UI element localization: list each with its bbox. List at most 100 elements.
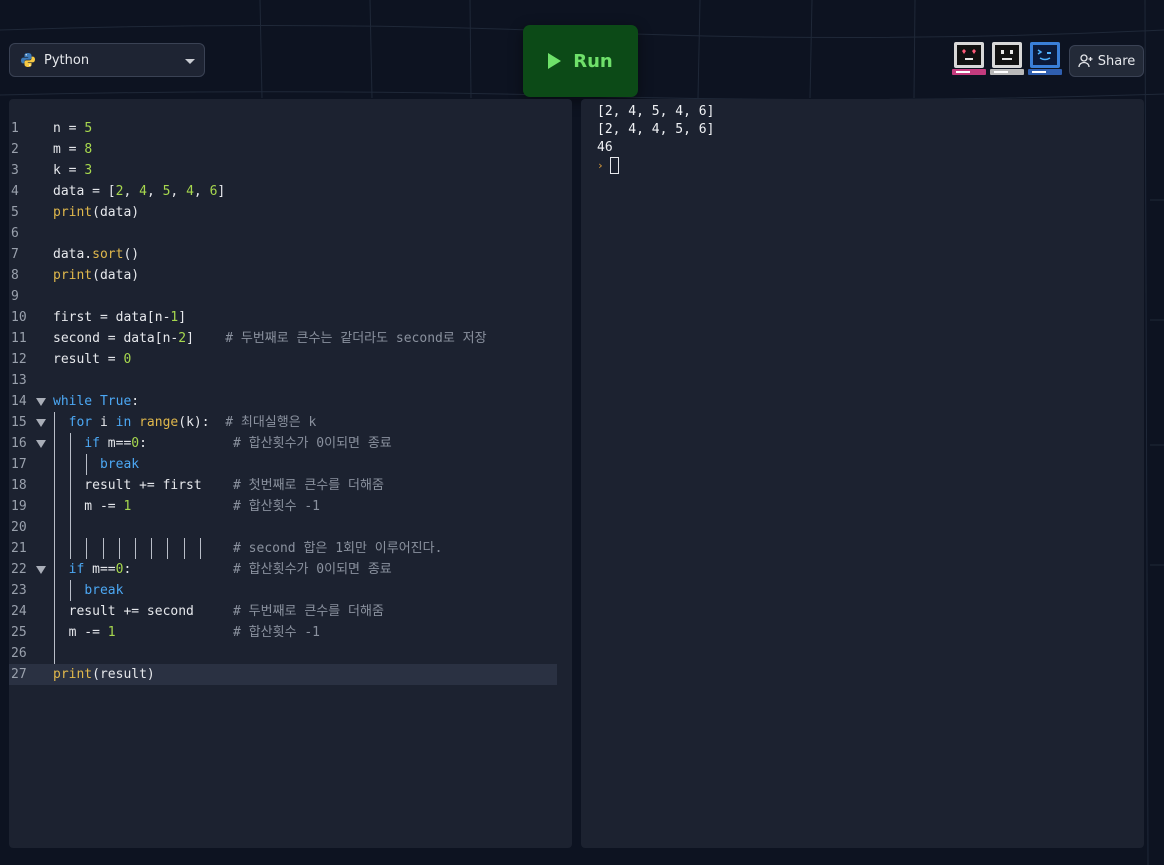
code-text: m -= 1 # 합산횟수 -1: [53, 499, 321, 514]
code-line[interactable]: 25 m -= 1 # 합산횟수 -1: [9, 622, 557, 643]
code-line[interactable]: 13: [9, 370, 557, 391]
fold-toggle-icon[interactable]: [36, 440, 46, 448]
line-number: 21: [11, 541, 27, 556]
code-text: # second 합은 1회만 이루어진다.: [233, 541, 443, 556]
code-text: if m==0: # 합산횟수가 0이되면 종료: [68, 562, 392, 577]
code-text: m -= 1 # 합산횟수 -1: [53, 625, 321, 640]
code-text: result = 0: [53, 352, 132, 367]
code-line[interactable]: 20: [9, 517, 557, 538]
line-number: 23: [11, 583, 27, 598]
code-line[interactable]: 24 result += second # 두번째로 큰수를 더해줌: [9, 601, 557, 622]
code-text: print(result): [53, 667, 155, 682]
language-select-value: Python: [44, 52, 90, 68]
code-line[interactable]: 22 if m==0: # 합산횟수가 0이되면 종료: [9, 559, 557, 580]
code-line[interactable]: 26: [9, 643, 557, 664]
code-text: result += first # 첫번째로 큰수를 더해줌: [53, 478, 384, 493]
line-number: 15: [11, 415, 27, 430]
line-number: 27: [11, 667, 27, 682]
code-line[interactable]: 5 print(data): [9, 202, 557, 223]
code-text: break: [99, 457, 140, 472]
line-number: 2: [11, 142, 19, 157]
indent-guide: [54, 517, 55, 538]
text-cursor: [609, 156, 619, 174]
code-line[interactable]: 21 # second 합은 1회만 이루어진다.: [9, 538, 557, 559]
code-line[interactable]: 3 k = 3: [9, 160, 557, 181]
code-line[interactable]: 16 if m==0: # 합산횟수가 0이되면 종료: [9, 433, 557, 454]
code-text: result += second # 두번째로 큰수를 더해줌: [53, 604, 384, 619]
code-text: second = data[n-2] # 두번째로 큰수는 같더라도 secon…: [53, 331, 487, 346]
code-line[interactable]: 11 second = data[n-2] # 두번째로 큰수는 같더라도 sec…: [9, 328, 557, 349]
code-line[interactable]: 4 data = [2, 4, 5, 4, 6]: [9, 181, 557, 202]
line-number: 4: [11, 184, 19, 199]
line-number: 10: [11, 310, 27, 325]
code-line[interactable]: 10 first = data[n-1]: [9, 307, 557, 328]
code-text: n = 5: [53, 121, 93, 136]
indent-guide: [70, 517, 72, 538]
code-line[interactable]: 7 data.sort(): [9, 244, 557, 265]
console-output-line: [2, 4, 5, 4, 6]: [597, 104, 715, 119]
code-line[interactable]: 19 m -= 1 # 합산횟수 -1: [9, 496, 557, 517]
fold-toggle-icon[interactable]: [36, 566, 46, 574]
fold-toggle-icon[interactable]: [36, 398, 46, 406]
code-line[interactable]: 9: [9, 286, 557, 307]
code-line[interactable]: 14 while True:: [9, 391, 557, 412]
code-line[interactable]: 27 print(result): [9, 664, 557, 685]
code-text: break: [84, 583, 124, 598]
line-number: 7: [11, 247, 19, 262]
code-text: print(data): [53, 205, 140, 220]
line-number: 12: [11, 352, 27, 367]
play-icon: [548, 53, 562, 69]
share-button-label: Share: [1097, 53, 1136, 69]
code-editor[interactable]: 1 n = 5 2 m = 8 3 k = 3 4 data = [2, 4, 5, 4, 6…: [9, 99, 572, 848]
run-button-label: Run: [573, 50, 613, 72]
console-prompt[interactable]: ›: [597, 156, 619, 174]
avatar-heart-eyes-icon[interactable]: [952, 41, 986, 77]
code-line[interactable]: 1 n = 5: [9, 118, 557, 139]
top-toolbar: Python Run Share: [0, 0, 1164, 98]
prompt-chevron-icon: ›: [597, 158, 604, 172]
line-number: 20: [11, 520, 27, 535]
line-number: 5: [11, 205, 19, 220]
code-text: for i in range(k): # 최대실행은 k: [68, 415, 317, 430]
share-button[interactable]: Share: [1069, 45, 1144, 77]
code-line[interactable]: 23 break: [9, 580, 557, 601]
line-number: 1: [11, 121, 19, 136]
code-line[interactable]: 18 result += first # 첫번째로 큰수를 더해줌: [9, 475, 557, 496]
code-line[interactable]: 15 for i in range(k): # 최대실행은 k: [9, 412, 557, 433]
code-text: m = 8: [53, 142, 93, 157]
fold-toggle-icon[interactable]: [36, 419, 46, 427]
line-number: 25: [11, 625, 27, 640]
add-user-icon: [1078, 54, 1093, 68]
output-console[interactable]: [2, 4, 5, 4, 6] [2, 4, 4, 5, 6] 46 ›: [581, 99, 1144, 848]
run-button[interactable]: Run: [523, 25, 638, 97]
code-line[interactable]: 8 print(data): [9, 265, 557, 286]
line-number: 18: [11, 478, 27, 493]
code-text: print(data): [53, 268, 140, 283]
code-line[interactable]: 2 m = 8: [9, 139, 557, 160]
line-number: 8: [11, 268, 19, 283]
line-number: 6: [11, 226, 19, 241]
avatar-wink-face-icon[interactable]: [1028, 41, 1062, 77]
code-text: data = [2, 4, 5, 4, 6]: [53, 184, 226, 199]
code-line[interactable]: 12 result = 0: [9, 349, 557, 370]
line-number: 24: [11, 604, 27, 619]
avatar-neutral-face-icon[interactable]: [990, 41, 1024, 77]
code-text: while True:: [53, 394, 140, 409]
indent-guide: [54, 643, 55, 664]
line-number: 17: [11, 457, 27, 472]
code-text: first = data[n-1]: [53, 310, 187, 325]
language-select[interactable]: Python: [9, 43, 205, 77]
line-number: 26: [11, 646, 27, 661]
code-line[interactable]: 17 break: [9, 454, 557, 475]
line-number: 9: [11, 289, 19, 304]
python-icon: [20, 52, 36, 68]
code-line[interactable]: 6: [9, 223, 557, 244]
code-text: if m==0: # 합산횟수가 0이되면 종료: [84, 436, 392, 451]
line-number: 3: [11, 163, 19, 178]
console-output-line: [2, 4, 4, 5, 6]: [597, 122, 715, 137]
console-output-line: 46: [597, 140, 613, 155]
line-number: 16: [11, 436, 27, 451]
line-number: 22: [11, 562, 27, 577]
code-text: k = 3: [53, 163, 93, 178]
line-number: 11: [11, 331, 27, 346]
